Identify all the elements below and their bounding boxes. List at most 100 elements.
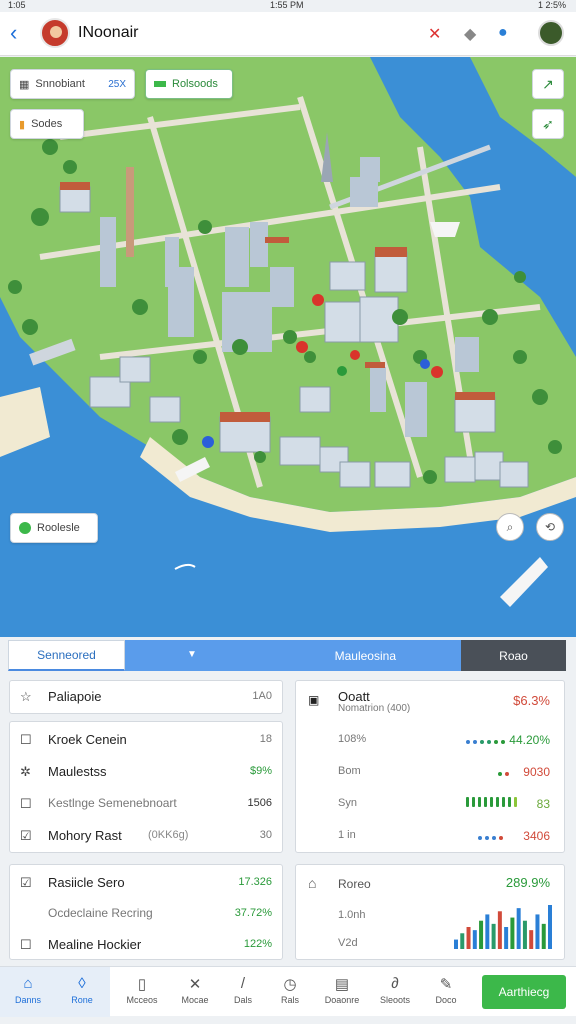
back-icon[interactable]: ‹ <box>10 20 17 46</box>
bottom-nav: ⌂ Danns ◊ Rone ▯ Mcceos ✕ Mocae / Dals ◷ Rals … <box>0 966 576 1017</box>
row-value: 37.72% <box>234 907 272 919</box>
mini-chart-bar <box>529 930 534 949</box>
nav-item-doco[interactable]: ✎ Doco <box>418 967 474 1017</box>
chip-label: Roolesle <box>37 522 80 534</box>
list-item[interactable]: Ocdeclaine Recring 37.72% <box>10 900 282 928</box>
leaf-icon: ➶ <box>542 115 554 132</box>
nav-label: Danns <box>14 995 41 1005</box>
tag-icon: ⌂ <box>308 875 317 891</box>
list-item[interactable]: ☐ Mealine Hockier 122% <box>10 931 282 959</box>
stats-card: ▣ Ooatt Nomatrion (400) $6.3% 108% 44.20… <box>295 680 565 853</box>
grid-icon: ▦ <box>19 78 30 91</box>
row-value: 1A0 <box>252 690 272 702</box>
row-label: Kroek Cenein <box>48 732 127 747</box>
tab-label: Mauleosina <box>334 649 396 663</box>
nav-item-rals[interactable]: ◷ Rals <box>262 967 318 1017</box>
stats-row-label: 108% <box>338 733 367 745</box>
map-chip-codes[interactable]: ▮ Sodes <box>10 109 84 139</box>
city-map[interactable]: ▦ Snnobiant 25X Rolsoods ▮ Sodes ↗ ➶ Roo… <box>0 57 576 637</box>
details-list: ☐ Kroek Cenein 18 ✲ Maulestss $9% ☐ Kest… <box>9 721 283 853</box>
list-item[interactable]: ☐ Kestlnge Semenebnoart 1506 <box>10 790 282 818</box>
tab-roao[interactable]: Roao <box>461 640 566 671</box>
list-item[interactable]: ☑ Mohory Rast (0KK6g) 30 <box>10 822 282 850</box>
list-item[interactable]: ☑ Rasiicle Sero 17.326 <box>10 869 282 897</box>
row-label: Maulestss <box>48 764 107 779</box>
square-icon: ☐ <box>20 732 32 747</box>
mini-chart-bar <box>516 908 521 949</box>
trend-row-label: 1.0nh <box>338 909 366 921</box>
row-label: Kestlnge Semenebnoart <box>48 796 177 810</box>
mini-chart-bar <box>510 917 515 949</box>
leaf-icon: ∂ <box>391 975 399 992</box>
nav-label: Doco <box>435 995 457 1005</box>
zoom-button[interactable]: ⌕ <box>496 513 524 541</box>
tab-label: Senneored <box>37 648 96 662</box>
list-item[interactable]: ☐ Kroek Cenein 18 <box>10 726 282 754</box>
stats-subtitle: Nomatrion (400) <box>338 703 411 714</box>
list-item[interactable]: ✲ Maulestss $9% <box>10 758 282 786</box>
stats-row-value: 44.20% <box>509 733 550 747</box>
map-canvas <box>0 57 576 637</box>
profile-icon[interactable] <box>538 20 564 46</box>
progress-bars <box>466 797 517 807</box>
tab-label: Roao <box>499 648 528 663</box>
nav-item-doaonre[interactable]: ▤ Doaonre <box>314 967 370 1017</box>
status-time: 1:55 PM <box>270 0 304 10</box>
nav-label: Mcceos <box>126 995 158 1005</box>
mini-chart-bar <box>485 914 490 949</box>
mini-chart-bar <box>479 920 484 949</box>
drop-icon: ◊ <box>78 975 86 992</box>
avatar[interactable] <box>40 18 70 48</box>
chip-value: 25X <box>108 78 126 90</box>
map-share-button[interactable]: ↗ <box>532 69 564 99</box>
trend-row-label: V2d <box>338 937 358 949</box>
home-icon: ⌂ <box>23 975 33 992</box>
mini-chart-bar <box>541 923 546 949</box>
zoom-icon: ⌕ <box>506 519 514 534</box>
app-header: ‹ INoonair ✕ ◆ ● <box>0 12 576 56</box>
progress-dots <box>498 770 509 778</box>
mini-chart-bar <box>497 911 502 949</box>
pin-icon[interactable]: ◆ <box>464 24 476 44</box>
globe-icon[interactable]: ● <box>498 24 508 42</box>
status-left: 1:05 <box>8 0 26 10</box>
row-value: 18 <box>259 733 272 745</box>
grid-icon: ▤ <box>334 976 350 993</box>
stats-row-label: Syn <box>338 797 357 809</box>
nav-item-rone[interactable]: ◊ Rone <box>54 967 110 1017</box>
metrics-list: ☑ Rasiicle Sero 17.326 Ocdeclaine Recrin… <box>9 864 283 960</box>
row-label: Ocdeclaine Recring <box>48 906 153 920</box>
chip-label: Sodes <box>31 118 63 130</box>
trend-value: 289.9% <box>505 875 550 890</box>
nav-label: Rone <box>71 995 93 1005</box>
tab-senneored[interactable]: Senneored <box>8 640 125 671</box>
app-title: INoonair <box>78 24 139 41</box>
mini-chart-bar <box>466 927 471 949</box>
nav-item-mcceos[interactable]: ▯ Mcceos <box>114 967 170 1017</box>
chip-label: Snnobiant <box>35 78 85 90</box>
primary-action-button[interactable]: Aarthiecg <box>482 975 566 1009</box>
recenter-button[interactable]: ⟲ <box>536 513 564 541</box>
map-chip-roads[interactable]: Rolsoods <box>145 69 233 99</box>
trend-card: ⌂ Roreo 289.9% 1.0nh V2d <box>295 864 565 960</box>
map-layers-button[interactable]: ➶ <box>532 109 564 139</box>
check-icon: ☑ <box>20 828 32 843</box>
square-icon: ☐ <box>20 937 32 952</box>
mini-chart-bar <box>535 914 540 949</box>
map-chip-layers[interactable]: ▦ Snnobiant 25X <box>10 69 135 99</box>
stats-row-value: 3406 <box>523 829 550 843</box>
mini-chart-bar <box>504 927 509 949</box>
trend-label: Roreo <box>338 877 371 891</box>
bag-icon: ▮ <box>19 118 26 131</box>
nav-item-sleoots[interactable]: ∂ Sleoots <box>367 967 423 1017</box>
nav-label: Rals <box>280 995 299 1005</box>
summary-row[interactable]: ☆ Paliapoie 1A0 <box>9 680 283 714</box>
nav-item-danns[interactable]: ⌂ Danns <box>0 967 56 1017</box>
recenter-icon: ⟲ <box>544 520 556 534</box>
map-chip-route[interactable]: Roolesle <box>10 513 98 543</box>
close-flag-icon[interactable]: ✕ <box>428 24 441 44</box>
mini-chart-bar <box>548 905 552 949</box>
mini-chart-bar <box>522 920 527 949</box>
tab-mauleosina[interactable]: ▼ Mauleosina <box>125 640 461 671</box>
clock-icon: ◷ <box>283 976 297 993</box>
